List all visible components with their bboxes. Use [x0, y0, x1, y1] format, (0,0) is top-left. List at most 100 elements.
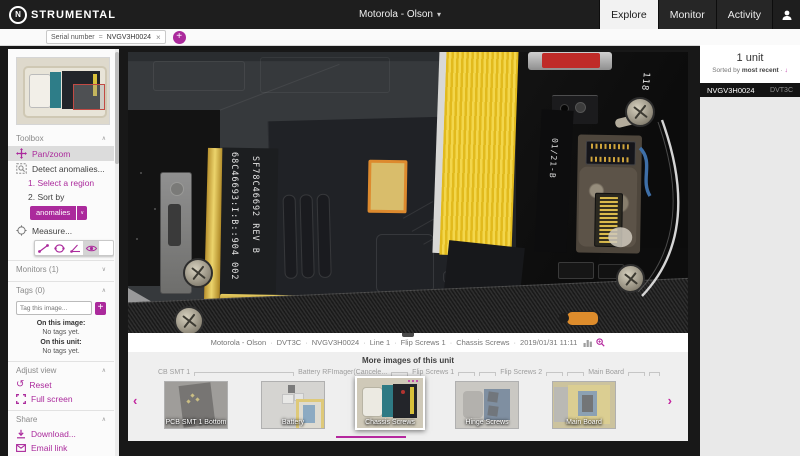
org-selector[interactable]: Motorola - Olson ▾ [359, 0, 441, 29]
user-menu-button[interactable] [772, 0, 800, 29]
histogram-icon[interactable] [583, 339, 593, 347]
sorted-by-prefix: Sorted by [712, 67, 740, 74]
email-icon [16, 444, 26, 452]
detect-anomalies-icon [16, 163, 27, 174]
thumbnail-pcb-smt-1-bottom[interactable]: PCB SMT 1 Bottom [164, 381, 228, 429]
add-tag-button[interactable]: + [95, 302, 106, 315]
image-breadcrumb-bar: Motorola - Olson · DVT3C · NVGV3H0024 · … [128, 333, 688, 352]
pan-zoom-label: Pan/zoom [32, 149, 70, 159]
step-select-region[interactable]: 1. Select a region [8, 176, 114, 190]
stage-label: Flip Screws 2 [500, 369, 542, 376]
filter-operator: = [99, 34, 103, 41]
tags-collapse-icon[interactable]: ∧ [102, 287, 106, 294]
angle-measure-icon [69, 243, 82, 254]
full-screen-icon [16, 394, 26, 404]
step-sort-by: 2. Sort by [8, 190, 114, 204]
select-region-label: 1. Select a region [28, 178, 94, 188]
stage-label: Main Board [588, 369, 624, 376]
sort-control[interactable]: Sorted by most recent · ↓ [700, 64, 800, 74]
breadcrumb-separator: · [270, 338, 273, 347]
tool-detect-anomalies[interactable]: Detect anomalies... [8, 161, 114, 176]
stage-label: Flip Screws 1 [412, 369, 454, 376]
overview-minimap[interactable] [16, 57, 110, 125]
minimap-viewport-region[interactable] [73, 84, 105, 110]
measure-angle-button[interactable] [67, 241, 83, 255]
tool-pan-zoom[interactable]: Pan/zoom [8, 146, 114, 161]
zoom-in-icon[interactable] [596, 338, 605, 347]
share-collapse-icon[interactable]: ∧ [102, 416, 106, 423]
tab-monitor[interactable]: Monitor [658, 0, 716, 29]
reset-view-button[interactable]: ↺ Reset [8, 378, 114, 392]
line-measure-icon [37, 243, 50, 254]
thumbnail-menu-icon[interactable] [408, 380, 420, 383]
add-filter-button[interactable]: + [173, 31, 186, 44]
wire-overlay [128, 52, 688, 333]
thumbnail-chassis-screws-selected[interactable]: Chassis Screws [355, 376, 425, 430]
thumbnail-main-board[interactable]: Main Board [552, 381, 616, 429]
sort-direction-icon[interactable]: ↓ [785, 67, 788, 74]
thumbnail-hinge-screws[interactable]: Hinge Screws [455, 381, 519, 429]
unit-serial: NVGV3H0024 [707, 86, 755, 95]
on-image-label: On this image: [37, 320, 86, 327]
monitors-title: Monitors (1) [16, 265, 59, 274]
eye-icon [85, 243, 98, 254]
toolbox-collapse-icon[interactable]: ∧ [102, 135, 106, 142]
tool-measure[interactable]: Measure... [8, 223, 114, 238]
on-unit-label: On this unit: [40, 339, 81, 346]
sort-dropdown-caret-icon: ∨ [77, 206, 87, 220]
filmstrip-panel: More images of this unit CB SMT 1 Batter… [128, 352, 688, 441]
stage-label: Battery RFImager(Cancele... [298, 369, 387, 376]
measure-visibility-button[interactable] [83, 241, 99, 255]
sort-dropdown[interactable]: anomalies ∨ [30, 206, 114, 220]
unit-build: DVT3C [770, 87, 793, 94]
thumbnail-label: Hinge Screws [456, 419, 518, 426]
email-link-label: Email link [31, 443, 67, 453]
stage-label: CB SMT 1 [158, 369, 190, 376]
tab-activity[interactable]: Activity [716, 0, 772, 29]
logo-text: STRUMENTAL [31, 9, 116, 21]
breadcrumb-serial: NVGV3H0024 [312, 338, 360, 347]
top-bar: N STRUMENTAL Motorola - Olson ▾ Explore … [0, 0, 800, 29]
adjust-view-collapse-icon[interactable]: ∧ [102, 367, 106, 374]
share-title: Share [16, 415, 37, 424]
tab-explore[interactable]: Explore [599, 0, 658, 29]
thumbnail-battery[interactable]: Battery [261, 381, 325, 429]
breadcrumb-station: Flip Screws 1 [401, 338, 446, 347]
thumbnail-label: Chassis Screws [357, 419, 423, 426]
thumbnail-label: PCB SMT 1 Bottom [165, 419, 227, 426]
breadcrumb-separator: · [394, 338, 397, 347]
instrumental-logo[interactable]: N STRUMENTAL [0, 0, 116, 29]
measure-line-button[interactable] [35, 241, 51, 255]
unit-list-item-selected[interactable]: NVGV3H0024 DVT3C [700, 83, 800, 97]
tag-input[interactable] [16, 301, 92, 315]
user-icon [781, 9, 793, 21]
breadcrumb-separator: · [305, 338, 308, 347]
thumbnail-label: Main Board [553, 419, 615, 426]
sidebar-scrollbar[interactable] [115, 49, 119, 456]
filmstrip-prev-button[interactable]: ‹ [133, 396, 137, 406]
breadcrumb-build: DVT3C [277, 338, 302, 347]
download-icon [16, 429, 26, 439]
serial-filter-chip[interactable]: Serial number = NVGV3H0024 × [46, 30, 166, 44]
monitors-expand-icon[interactable]: ∨ [102, 266, 106, 273]
main-image[interactable]: 68C46693:I:B::904 002 SF78C46692 REV B 1… [128, 52, 688, 333]
thumbnail-label: Battery [262, 419, 324, 426]
chevron-down-icon: ▾ [437, 10, 441, 19]
stage-labels-row: CB SMT 1 Battery RFImager(Cancele... Fli… [128, 365, 688, 376]
detect-anomalies-label: Detect anomalies... [32, 164, 105, 174]
minimap-device-teal [50, 72, 61, 108]
org-name: Motorola - Olson [359, 9, 433, 20]
download-label: Download... [31, 429, 76, 439]
breadcrumb-project: Motorola - Olson [211, 338, 266, 347]
breadcrumb-timestamp: 2019/01/31 11:11 [520, 338, 577, 347]
full-screen-button[interactable]: Full screen [8, 392, 114, 406]
download-button[interactable]: Download... [8, 427, 114, 441]
tags-title: Tags (0) [16, 286, 45, 295]
measure-circle-button[interactable] [51, 241, 67, 255]
email-link-button[interactable]: Email link [8, 441, 114, 455]
filmstrip-collapse-handle[interactable] [402, 333, 414, 337]
measure-icon [16, 225, 27, 236]
remove-filter-icon[interactable]: × [156, 33, 161, 42]
full-screen-label: Full screen [31, 394, 73, 404]
filmstrip-next-button[interactable]: › [668, 396, 672, 406]
